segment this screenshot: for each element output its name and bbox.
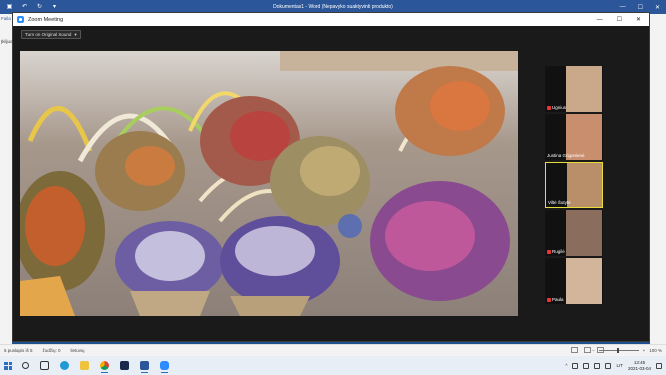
language-indicator[interactable]: LIT bbox=[616, 363, 623, 368]
clock-date: 2021-03-04 bbox=[627, 365, 651, 371]
zoom-slider[interactable] bbox=[598, 348, 639, 353]
participant-label: Rugilė bbox=[547, 249, 565, 254]
zoom-maximize-icon[interactable]: ☐ bbox=[617, 16, 622, 23]
language-indicator[interactable]: lietuvių bbox=[71, 348, 85, 353]
document-title: Dokumentas1 - Word (Nepavyko suaktyvinti… bbox=[273, 4, 393, 10]
participant-label: Paula bbox=[547, 297, 564, 302]
participant-tile[interactable]: Ugnius bbox=[545, 66, 603, 112]
file-tab[interactable]: Faila bbox=[0, 14, 12, 23]
participant-video bbox=[566, 66, 602, 112]
zoom-window-controls: — ☐ ✕ bbox=[597, 13, 641, 26]
terminal-icon[interactable] bbox=[120, 361, 129, 370]
network-icon[interactable] bbox=[594, 362, 601, 369]
participant-name: Paula bbox=[552, 297, 564, 302]
shared-video bbox=[20, 51, 518, 316]
word-count[interactable]: žodžių: 0 bbox=[43, 348, 61, 353]
page-count[interactable]: 5 puslapis iš 5 bbox=[4, 348, 33, 353]
participant-video bbox=[567, 163, 602, 207]
volume-icon[interactable] bbox=[605, 362, 612, 369]
participant-video bbox=[566, 210, 602, 256]
participant-tile-active-speaker[interactable]: Viltė Šutytė bbox=[545, 162, 603, 208]
word-status-bar: 5 puslapis iš 5 žodžių: 0 lietuvių − + 1… bbox=[0, 344, 666, 356]
participant-tile[interactable]: Justina Grigonienė bbox=[545, 114, 603, 160]
zoom-icon[interactable] bbox=[160, 361, 169, 373]
participant-name: Justina Grigonienė bbox=[547, 153, 585, 158]
zoom-slider-thumb[interactable] bbox=[616, 348, 619, 353]
zoom-out-icon[interactable]: − bbox=[592, 348, 595, 353]
search-icon[interactable] bbox=[22, 362, 29, 369]
zoom-title-bar: Zoom Meeting — ☐ ✕ bbox=[13, 13, 649, 26]
zoom-window-title: Zoom Meeting bbox=[28, 16, 64, 23]
read-mode-icon[interactable] bbox=[571, 347, 578, 353]
zoom-logo-icon bbox=[17, 16, 24, 23]
word-right-edge bbox=[650, 14, 666, 344]
participant-label: Viltė Šutytė bbox=[548, 200, 571, 205]
zoom-tray-icon[interactable] bbox=[572, 362, 579, 369]
taskbar-apps bbox=[22, 361, 169, 373]
start-button[interactable] bbox=[0, 356, 16, 375]
zoom-control: − + 100 % bbox=[592, 348, 662, 353]
zoom-close-icon[interactable]: ✕ bbox=[636, 16, 641, 23]
muted-mic-icon bbox=[547, 297, 551, 302]
edge-icon[interactable] bbox=[60, 361, 69, 370]
clock[interactable]: 13:45 2021-03-04 bbox=[628, 360, 651, 371]
zoom-in-icon[interactable]: + bbox=[643, 348, 646, 353]
windows-logo-icon bbox=[4, 361, 12, 370]
battery-icon[interactable] bbox=[583, 362, 590, 369]
minimize-icon[interactable]: — bbox=[620, 4, 626, 10]
participant-label: Ugnius bbox=[547, 105, 566, 110]
original-sound-label: Turn on Original Sound bbox=[25, 32, 72, 37]
muted-mic-icon bbox=[547, 105, 551, 110]
dried-flower-bouquets-image bbox=[20, 51, 518, 316]
windows-taskbar: ^ LIT 13:45 2021-03-04 bbox=[0, 356, 666, 375]
word-icon[interactable] bbox=[140, 361, 149, 373]
notifications-icon[interactable] bbox=[656, 362, 662, 369]
participant-name: Ugnius bbox=[552, 105, 567, 110]
file-explorer-icon[interactable] bbox=[80, 361, 89, 370]
maximize-icon[interactable]: ☐ bbox=[638, 4, 643, 11]
chrome-icon[interactable] bbox=[100, 361, 109, 373]
task-view-icon[interactable] bbox=[40, 361, 49, 370]
participant-name: Viltė Šutytė bbox=[548, 200, 571, 205]
chevron-down-icon: ▾ bbox=[74, 31, 77, 37]
print-layout-icon[interactable] bbox=[584, 347, 591, 353]
word-ribbon-left: Faila Įklijuoti bbox=[0, 14, 15, 344]
participant-tile[interactable]: Rugilė bbox=[545, 210, 603, 256]
zoom-minimize-icon[interactable]: — bbox=[597, 17, 603, 23]
participant-name: Rugilė bbox=[552, 249, 565, 254]
system-tray: ^ LIT 13:45 2021-03-04 bbox=[565, 356, 662, 375]
participant-label: Justina Grigonienė bbox=[547, 153, 585, 158]
zoom-meeting-window: Zoom Meeting — ☐ ✕ Turn on Original Soun… bbox=[12, 12, 650, 342]
paste-button[interactable]: Įklijuoti bbox=[0, 37, 15, 46]
chevron-up-icon[interactable]: ^ bbox=[565, 363, 567, 368]
original-sound-button[interactable]: Turn on Original Sound ▾ bbox=[21, 30, 81, 39]
close-icon[interactable]: ✕ bbox=[655, 4, 660, 11]
zoom-level[interactable]: 100 % bbox=[649, 348, 662, 353]
participant-tile[interactable]: Paula bbox=[545, 258, 603, 304]
muted-mic-icon bbox=[547, 249, 551, 254]
participant-video bbox=[566, 258, 602, 304]
